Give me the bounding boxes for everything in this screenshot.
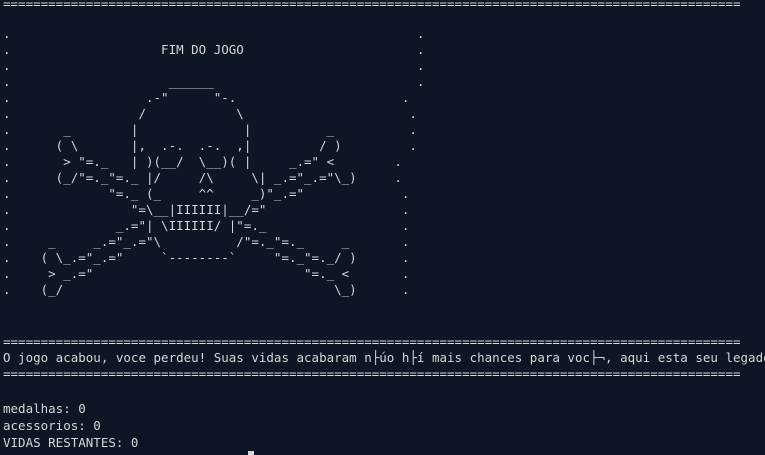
lives-remaining: VIDAS RESTANTES: 0 bbox=[3, 435, 139, 450]
separator-top: ========================================… bbox=[3, 0, 741, 11]
game-over-ascii-art: . . . FIM DO JOGO . . . . ______ . . .-"… bbox=[3, 26, 425, 297]
game-over-message: O jogo acabou, voce perdeu! Suas vidas a… bbox=[3, 350, 765, 365]
terminal-window[interactable]: ========================================… bbox=[0, 0, 765, 455]
accessories-count: acessorios: 0 bbox=[3, 418, 101, 433]
medals-count: medalhas: 0 bbox=[3, 401, 86, 416]
text-cursor bbox=[248, 451, 254, 455]
separator-before-message: ========================================… bbox=[3, 334, 741, 349]
separator-after-message: ========================================… bbox=[3, 366, 741, 381]
